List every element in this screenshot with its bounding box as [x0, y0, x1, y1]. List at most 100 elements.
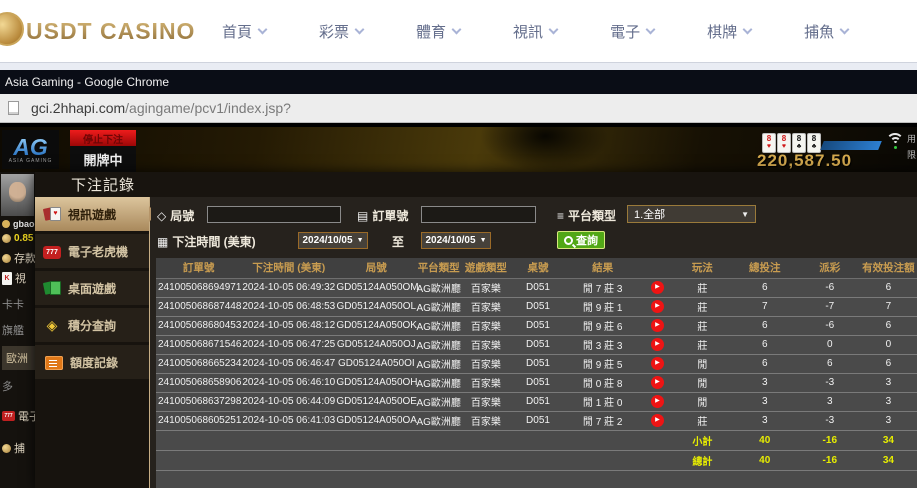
cell: AG歐洲廳	[416, 411, 461, 430]
cell: 百家樂	[461, 278, 510, 297]
lobby-item-flagship[interactable]: 旗艦	[2, 322, 24, 338]
document-icon	[45, 356, 63, 370]
playing-card: 8♥	[777, 133, 791, 153]
modal-title: 下注記錄	[35, 172, 917, 197]
cell: 莊	[675, 316, 730, 335]
chrome-window-titlebar: Asia Gaming - Google Chrome	[0, 70, 917, 94]
cell: 2024-10-05 06:49:32	[241, 278, 336, 297]
play-button[interactable]: ▶	[651, 357, 664, 370]
menu-label: 電子老虎機	[68, 243, 128, 260]
username-row: gbao	[2, 219, 35, 229]
table-row: 2410050686949712024-10-05 06:49:32GD0512…	[156, 278, 917, 297]
cell: -6	[800, 278, 860, 297]
lobby-item-fishing[interactable]: 捕	[2, 440, 25, 456]
coin-icon	[0, 12, 24, 46]
play-button[interactable]: ▶	[651, 414, 664, 427]
menu-item-slots[interactable]: 777 電子老虎機	[35, 234, 149, 268]
cell: -3	[800, 373, 860, 392]
search-icon	[564, 236, 573, 245]
round-input[interactable]	[207, 206, 341, 223]
cell: GD05124A050OH	[336, 373, 416, 392]
cell: 閒	[675, 373, 730, 392]
play-button[interactable]: ▶	[651, 319, 664, 332]
cell: 3	[730, 411, 800, 430]
cell: D051	[511, 278, 566, 297]
url-path: /agingame/pcv1/index.jsp?	[125, 100, 291, 116]
date-to-picker[interactable]: 2024/10/05 ▼	[421, 232, 491, 249]
table-games-icon	[43, 280, 61, 296]
cell: GD05124A050OI	[336, 354, 416, 373]
nav-item-slots[interactable]: 電子	[610, 21, 654, 42]
play-button[interactable]: ▶	[651, 281, 664, 294]
lobby-item-slots[interactable]: 777 電子	[2, 408, 35, 424]
nav-item-sports[interactable]: 體育	[416, 21, 460, 42]
cell: 閒	[675, 392, 730, 411]
column-header: 總投注	[730, 258, 800, 278]
nav-item-live[interactable]: 視訊	[513, 21, 557, 42]
platform-select[interactable]: 1.全部 ▼	[627, 205, 756, 223]
lobby-item-cagayan[interactable]: 卡卡	[2, 296, 24, 312]
tag-icon: ◇	[157, 209, 166, 223]
lobby-item-deposit[interactable]: 存款	[2, 250, 35, 266]
dealer-silhouette	[480, 127, 610, 172]
avatar[interactable]	[1, 174, 34, 216]
menu-item-points[interactable]: ◈ 積分查詢	[35, 308, 149, 342]
play-button[interactable]: ▶	[651, 395, 664, 408]
play-button[interactable]: ▶	[651, 338, 664, 351]
table-row: 2410050686052512024-10-05 06:41:03GD0512…	[156, 411, 917, 430]
menu-item-table-games[interactable]: 桌面遊戲	[35, 271, 149, 305]
play-button[interactable]: ▶	[651, 376, 664, 389]
nav-item-poker[interactable]: 棋牌	[707, 21, 751, 42]
table-row: 2410050686372982024-10-05 06:44:09GD0512…	[156, 392, 917, 411]
header-divider	[0, 62, 917, 70]
search-label: 查詢	[576, 232, 598, 248]
bet-time-label: ▦下注時間 (美東)	[157, 233, 256, 250]
menu-item-credit-log[interactable]: 額度記錄	[35, 345, 149, 379]
menu-label: 桌面遊戲	[68, 280, 116, 297]
order-input[interactable]	[421, 206, 536, 223]
nav-item-fishing[interactable]: 捕魚	[804, 21, 848, 42]
lobby-item-europe[interactable]: 歐洲	[2, 346, 35, 370]
column-header: 派彩	[800, 258, 860, 278]
cell: 2024-10-05 06:46:10	[241, 373, 336, 392]
lobby-item-live[interactable]: K 視	[2, 270, 26, 286]
site-logo[interactable]: USDT CASINO	[0, 14, 195, 48]
summary-label: 小計	[675, 430, 730, 450]
play-button[interactable]: ▶	[651, 300, 664, 313]
subtotal-row: 小計40-1634	[156, 430, 917, 450]
nav-item-home[interactable]: 首頁	[222, 21, 266, 42]
cell: 百家樂	[461, 335, 510, 354]
cell: 百家樂	[461, 354, 510, 373]
date-from-picker[interactable]: 2024/10/05 ▼	[298, 232, 368, 249]
cell: 百家樂	[461, 411, 510, 430]
cell: AG歐洲廳	[416, 335, 461, 354]
cell: 0	[800, 335, 860, 354]
calendar-icon: ▦	[157, 235, 168, 249]
chrome-address-bar[interactable]: gci.2hhapi.com/agingame/pcv1/index.jsp?	[0, 94, 917, 123]
order-number: 241005068671546	[156, 335, 241, 354]
nav-item-lottery[interactable]: 彩票	[319, 21, 363, 42]
search-button[interactable]: 查詢	[557, 231, 605, 249]
slot-777-icon: 777	[43, 246, 61, 259]
ag-logo: AG ASIA GAMING	[2, 130, 59, 169]
cards-icon	[43, 206, 61, 222]
diamond-icon: ◈	[43, 317, 61, 333]
chevron-down-icon	[355, 24, 365, 34]
cell: ▶	[640, 297, 675, 316]
lobby-item-multi[interactable]: 多	[2, 378, 13, 394]
site-header: USDT CASINO 首頁 彩票 體育 視訊 電子 棋牌 捕魚	[0, 0, 917, 62]
cell: GD05124A050OL	[336, 297, 416, 316]
cell: 0	[860, 335, 917, 354]
cell: AG歐洲廳	[416, 373, 461, 392]
menu-item-live-games[interactable]: 視訊遊戲	[35, 197, 149, 231]
cell: D051	[511, 297, 566, 316]
cards-icon: K	[2, 272, 12, 285]
cell: GD05124A050OM	[336, 278, 416, 297]
cell: 2024-10-05 06:46:47	[241, 354, 336, 373]
clipboard-icon: ▤	[357, 209, 368, 223]
chevron-down-icon	[743, 24, 753, 34]
cell: 6	[860, 278, 917, 297]
order-number: 241005068605251	[156, 411, 241, 430]
game-background: AG ASIA GAMING 停止下注 開牌中 8♥8♥8♣8♣ 220,587…	[0, 127, 917, 172]
column-header: 訂單號	[156, 258, 241, 278]
